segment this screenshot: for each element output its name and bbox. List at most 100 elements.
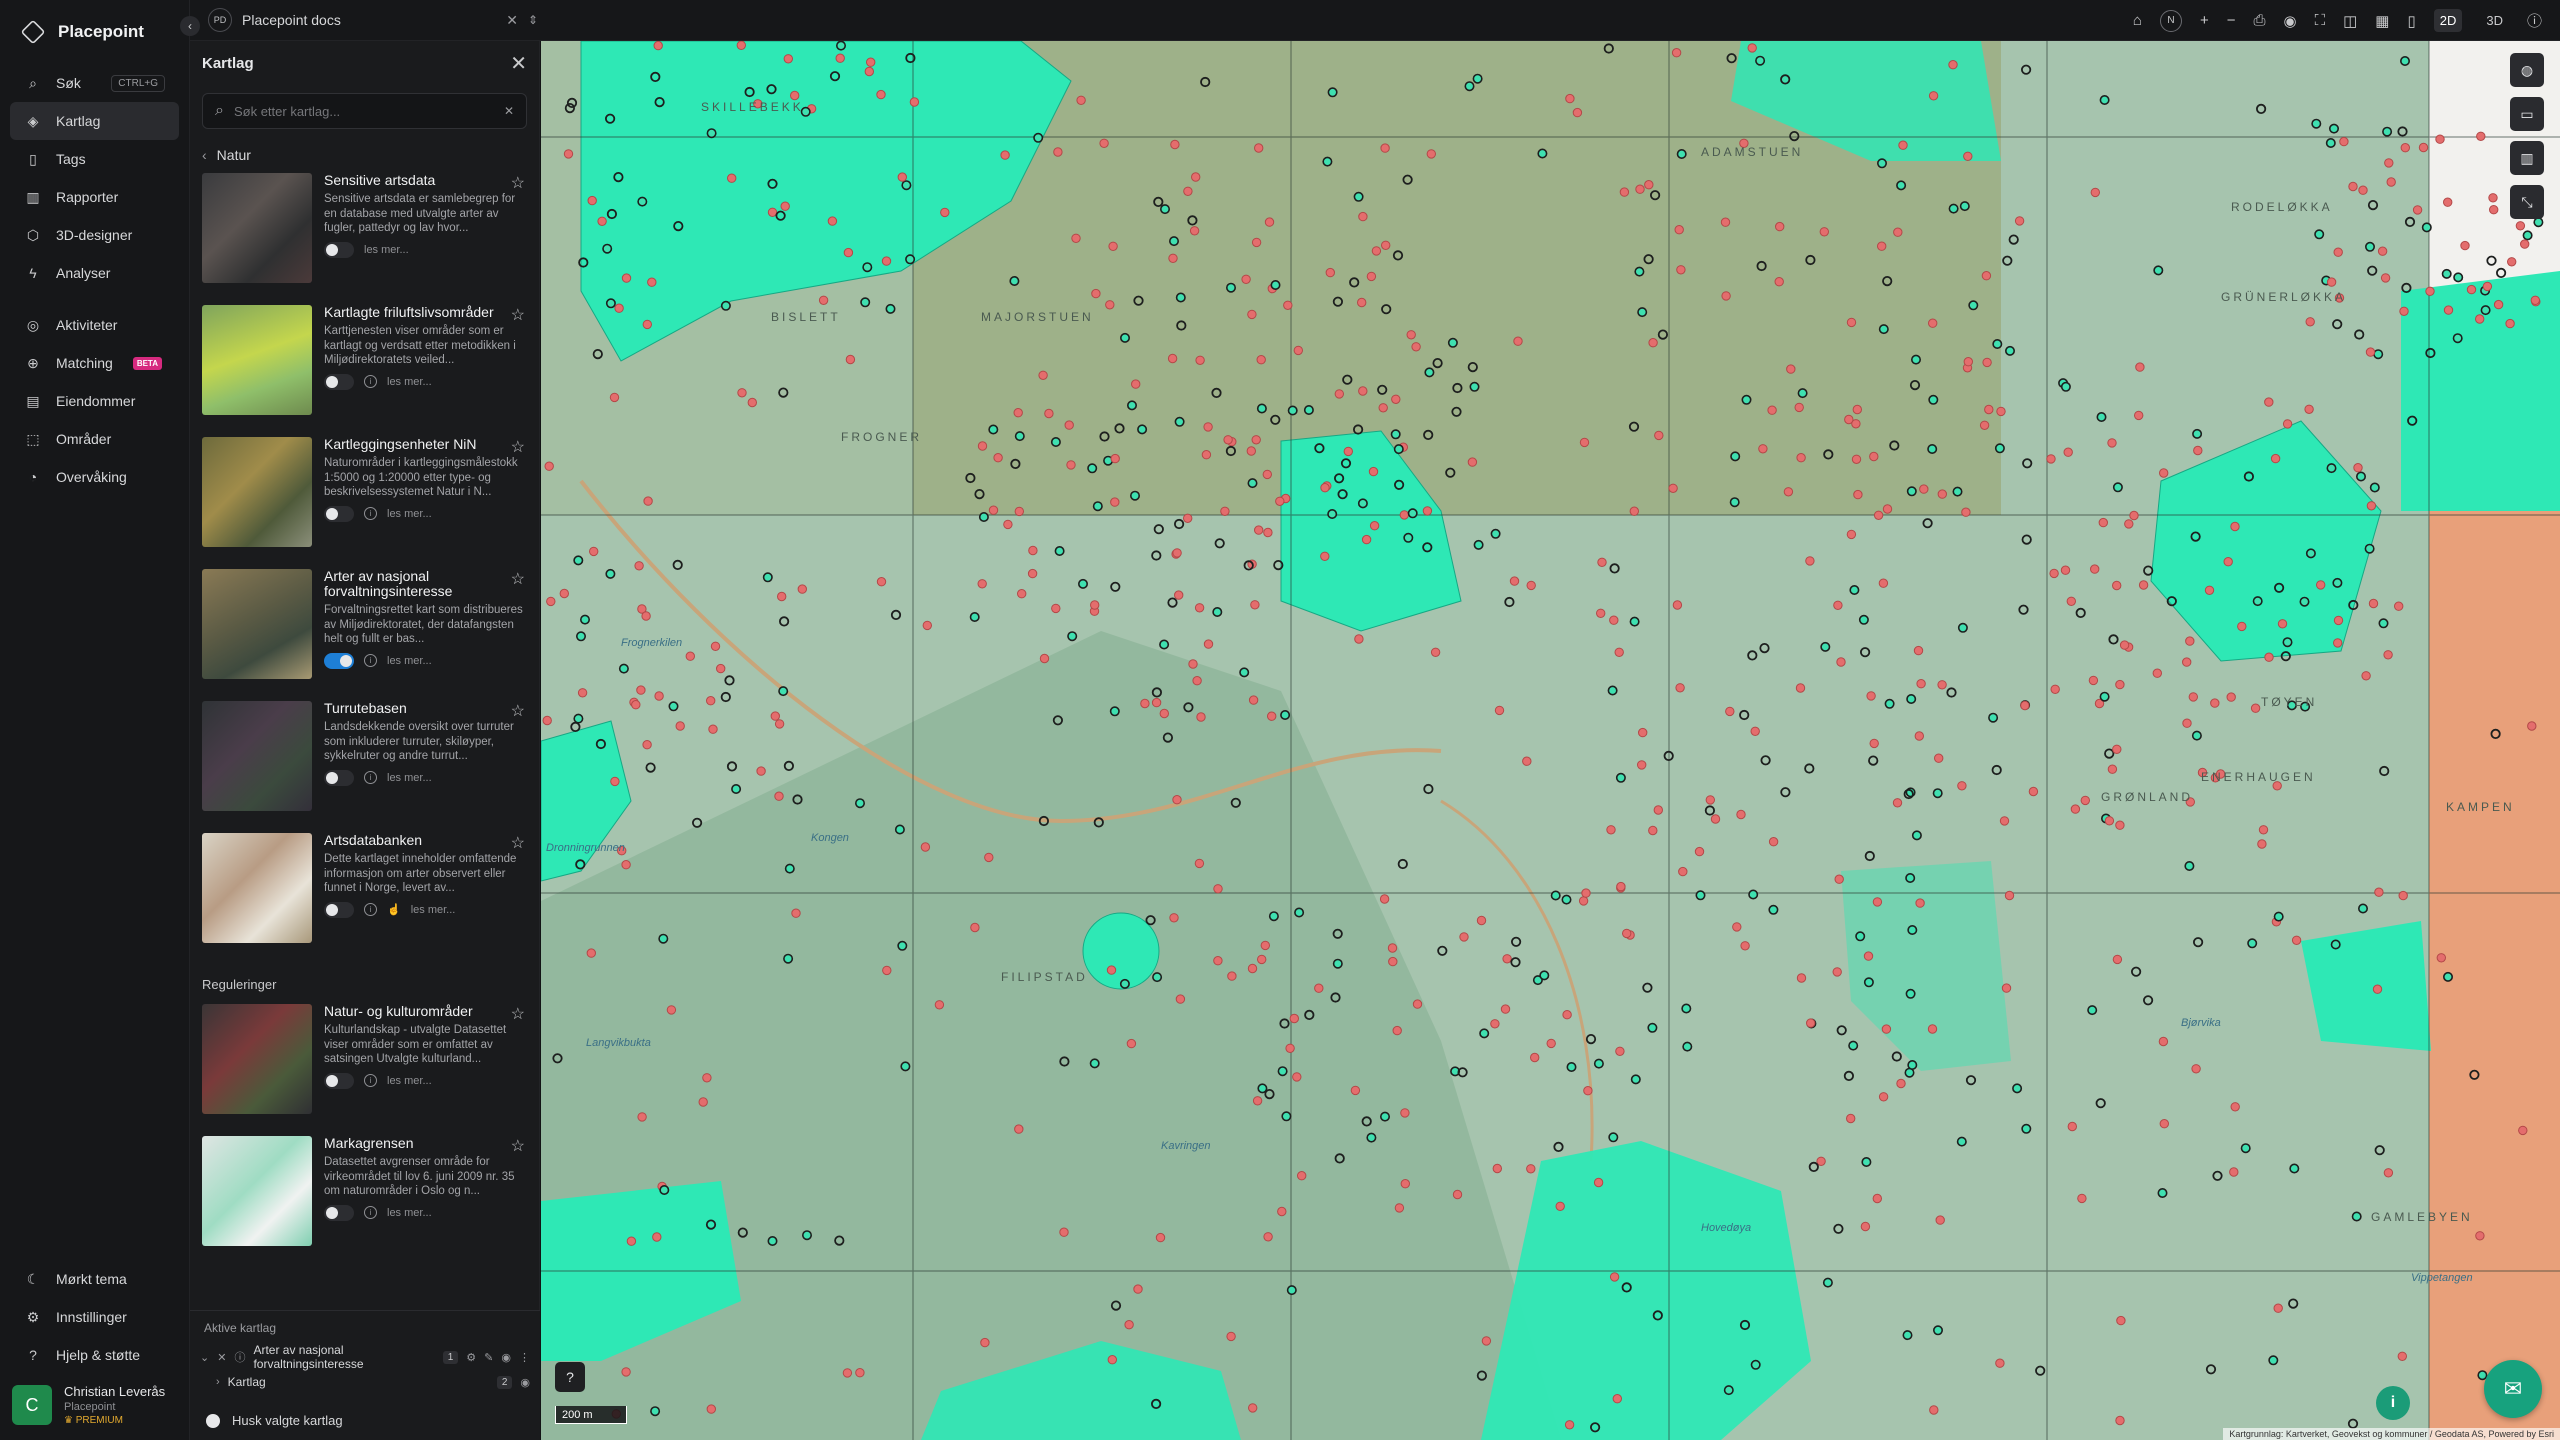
- observation-point[interactable]: [1490, 1019, 1500, 1029]
- observation-point[interactable]: [2005, 345, 2016, 356]
- observation-point[interactable]: [1366, 271, 1377, 282]
- observation-point[interactable]: [1379, 1111, 1390, 1122]
- observation-point[interactable]: [2115, 1415, 2125, 1426]
- fullscreen-icon[interactable]: ⛶: [2315, 12, 2326, 29]
- observation-point[interactable]: [1914, 731, 1925, 741]
- observation-point[interactable]: [1861, 1157, 1872, 1168]
- observation-point[interactable]: [1796, 973, 1807, 983]
- observation-point[interactable]: [1863, 951, 1874, 961]
- observation-point[interactable]: [922, 620, 932, 631]
- observation-point[interactable]: [969, 611, 980, 622]
- observation-point[interactable]: [642, 319, 653, 330]
- observation-point[interactable]: [2014, 216, 2025, 226]
- observation-point[interactable]: [900, 1061, 911, 1072]
- observation-point[interactable]: [1481, 1336, 1492, 1346]
- observation-point[interactable]: [1275, 496, 1285, 506]
- observation-point[interactable]: [727, 173, 737, 183]
- observation-point[interactable]: [1357, 297, 1367, 308]
- observation-point[interactable]: [2384, 158, 2394, 168]
- observation-point[interactable]: [559, 588, 569, 599]
- observation-point[interactable]: [2088, 675, 2099, 686]
- observation-point[interactable]: [827, 216, 838, 226]
- observation-point[interactable]: [1834, 874, 1844, 884]
- observation-point[interactable]: [988, 424, 999, 435]
- observation-point[interactable]: [652, 1232, 662, 1242]
- observation-point[interactable]: [1676, 265, 1686, 275]
- observation-point[interactable]: [1472, 73, 1483, 84]
- observation-point[interactable]: [2358, 185, 2368, 195]
- observation-point[interactable]: [2230, 521, 2240, 532]
- observation-point[interactable]: [1906, 486, 1917, 497]
- observation-point[interactable]: [1264, 217, 1275, 227]
- observation-point[interactable]: [1212, 606, 1223, 617]
- observation-point[interactable]: [2412, 205, 2423, 215]
- observation-point[interactable]: [1320, 483, 1330, 493]
- observation-point[interactable]: [1996, 406, 2006, 417]
- observation-point[interactable]: [1263, 527, 1273, 538]
- observation-point[interactable]: [1110, 453, 1120, 464]
- observation-point[interactable]: [1674, 225, 1684, 235]
- observation-point[interactable]: [618, 663, 629, 674]
- nav-item-areas[interactable]: ⬚ Områder: [10, 420, 179, 458]
- observation-point[interactable]: [790, 90, 800, 101]
- observation-point[interactable]: [2193, 445, 2203, 456]
- print-icon[interactable]: ⎙: [2253, 12, 2265, 29]
- observation-point[interactable]: [2507, 257, 2517, 267]
- observation-point[interactable]: [1358, 386, 1368, 396]
- observation-point[interactable]: [1884, 698, 1895, 709]
- observation-point[interactable]: [587, 195, 597, 206]
- observation-point[interactable]: [2397, 1351, 2408, 1362]
- observation-point[interactable]: [2452, 333, 2463, 344]
- observation-point[interactable]: [658, 933, 669, 944]
- observation-point[interactable]: [1227, 971, 1237, 981]
- observation-point[interactable]: [1270, 280, 1281, 291]
- observation-point[interactable]: [2398, 890, 2408, 901]
- observation-point[interactable]: [1833, 600, 1843, 610]
- observation-point[interactable]: [1905, 872, 1916, 883]
- observation-point[interactable]: [2394, 601, 2404, 611]
- observation-point[interactable]: [736, 41, 746, 50]
- observation-point[interactable]: [1981, 271, 1992, 281]
- observation-point[interactable]: [2282, 637, 2293, 648]
- observation-point[interactable]: [1616, 881, 1626, 892]
- observation-point[interactable]: [1087, 463, 1098, 474]
- observation-point[interactable]: [685, 651, 696, 661]
- observation-point[interactable]: [621, 273, 632, 283]
- observation-point[interactable]: [626, 1236, 637, 1246]
- observation-point[interactable]: [1747, 43, 1757, 53]
- observation-point[interactable]: [767, 1236, 778, 1247]
- observation-point[interactable]: [1239, 667, 1250, 678]
- observation-point[interactable]: [1629, 616, 1640, 627]
- bookmark-icon[interactable]: ▯: [2407, 12, 2415, 30]
- observation-point[interactable]: [2159, 1119, 2170, 1129]
- observation-point[interactable]: [1852, 404, 1863, 415]
- observation-point[interactable]: [1467, 457, 1478, 467]
- observation-point[interactable]: [2188, 692, 2199, 702]
- nav-item-monitoring[interactable]: ◔ Overvåking: [10, 458, 179, 496]
- observation-point[interactable]: [2099, 691, 2110, 702]
- zoom-in-icon[interactable]: +: [2200, 12, 2209, 29]
- observation-point[interactable]: [2291, 935, 2302, 945]
- observation-point[interactable]: [1848, 1040, 1859, 1051]
- observation-point[interactable]: [1932, 788, 1943, 799]
- observation-point[interactable]: [1268, 911, 1279, 922]
- observation-point[interactable]: [2368, 598, 2379, 609]
- star-icon[interactable]: ☆: [511, 569, 525, 589]
- user-location-icon[interactable]: ⌂: [2133, 12, 2142, 29]
- observation-point[interactable]: [1393, 444, 1404, 455]
- observation-point[interactable]: [1948, 60, 1958, 70]
- observation-point[interactable]: [1881, 1024, 1892, 1034]
- observation-point[interactable]: [1629, 506, 1640, 516]
- observation-point[interactable]: [1638, 727, 1648, 738]
- observation-point[interactable]: [2096, 411, 2107, 422]
- observation-point[interactable]: [2021, 1123, 2032, 1134]
- observation-point[interactable]: [2383, 650, 2393, 660]
- observation-point[interactable]: [784, 863, 795, 874]
- observation-point[interactable]: [1014, 431, 1025, 442]
- observation-point[interactable]: [862, 262, 873, 273]
- observation-point[interactable]: [1353, 191, 1364, 202]
- observation-point[interactable]: [641, 611, 651, 621]
- north-compass-button[interactable]: N: [2159, 9, 2182, 32]
- observation-point[interactable]: [1927, 443, 1938, 454]
- observation-point[interactable]: [1907, 924, 1918, 935]
